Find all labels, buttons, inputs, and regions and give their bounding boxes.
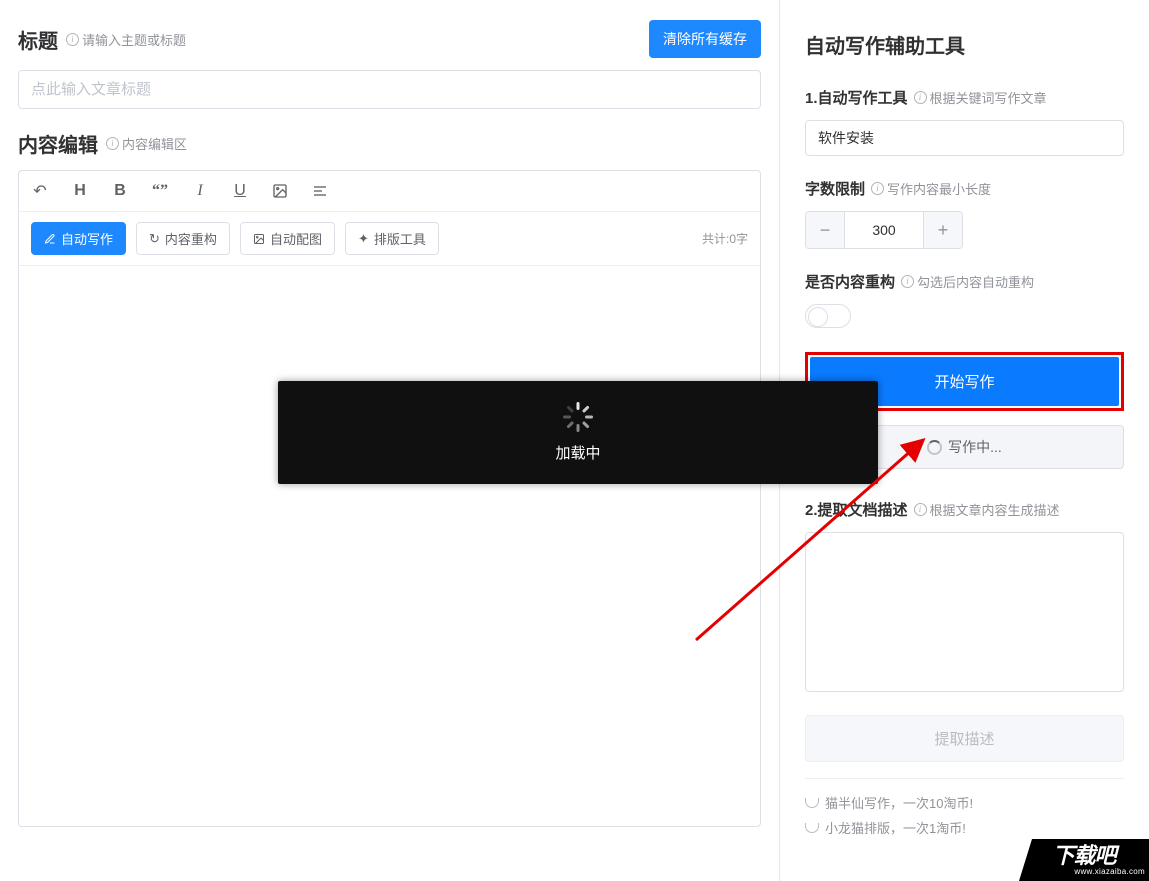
divider <box>805 778 1124 779</box>
layout-tool-button[interactable]: ✦ 排版工具 <box>345 222 439 255</box>
keyword-input[interactable] <box>805 120 1124 156</box>
auto-image-button[interactable]: 自动配图 <box>240 222 335 255</box>
wordlimit-hint: i 写作内容最小长度 <box>871 179 991 198</box>
italic-icon[interactable]: I <box>191 182 209 200</box>
reconstruct-button[interactable]: ↻ 内容重构 <box>136 222 230 255</box>
extract-desc-hint: i 根据文章内容生成描述 <box>914 500 1060 519</box>
spinner-icon <box>927 440 942 455</box>
content-edit-label: 内容编辑 <box>18 129 98 158</box>
description-textarea[interactable] <box>805 532 1124 692</box>
loading-text: 加载中 <box>555 442 600 463</box>
undo-icon[interactable]: ↶ <box>31 181 49 201</box>
refresh-icon: ↻ <box>149 231 160 247</box>
info-icon: i <box>871 182 884 195</box>
sidebar-title: 自动写作辅助工具 <box>805 30 1124 59</box>
quote-icon[interactable]: “” <box>151 182 169 200</box>
info-icon: i <box>66 33 79 46</box>
watermark: 下载吧 www.xiazaiba.com <box>1019 839 1149 881</box>
pricing-line-2: 小龙猫排版，一次1淘币! <box>805 818 1124 837</box>
auto-write-tool-label: 1.自动写作工具 <box>805 87 908 108</box>
reconstruct-toggle-hint: i 勾选后内容自动重构 <box>901 272 1034 291</box>
loading-spinner-icon <box>563 402 593 432</box>
coin-icon <box>805 798 819 808</box>
title-hint: i 请输入主题或标题 <box>66 30 186 49</box>
extract-desc-label: 2.提取文档描述 <box>805 499 908 520</box>
reconstruct-toggle-label: 是否内容重构 <box>805 271 895 292</box>
stepper-decrement[interactable]: − <box>806 212 844 248</box>
info-icon: i <box>901 275 914 288</box>
auto-write-tool-hint: i 根据关键词写作文章 <box>914 88 1047 107</box>
heading-icon[interactable]: H <box>71 182 89 200</box>
info-icon: i <box>106 137 119 150</box>
reconstruct-toggle[interactable] <box>805 304 851 328</box>
content-edit-hint: i 内容编辑区 <box>106 134 187 153</box>
align-icon[interactable] <box>311 183 329 199</box>
format-toolbar: ↶ H B “” I U <box>19 171 760 212</box>
auto-write-button[interactable]: 自动写作 <box>31 222 126 255</box>
article-title-input[interactable] <box>18 70 761 109</box>
coin-icon <box>805 823 819 833</box>
extract-description-button[interactable]: 提取描述 <box>805 715 1124 762</box>
bold-icon[interactable]: B <box>111 182 129 200</box>
editor-body[interactable] <box>19 266 760 826</box>
info-icon: i <box>914 91 927 104</box>
underline-icon[interactable]: U <box>231 182 249 200</box>
wordlimit-label: 字数限制 <box>805 178 865 199</box>
title-label: 标题 <box>18 25 58 54</box>
clear-cache-button[interactable]: 清除所有缓存 <box>649 20 761 58</box>
loading-overlay: 加载中 <box>278 381 878 484</box>
action-toolbar: 自动写作 ↻ 内容重构 自动配图 ✦ 排版工具 共计:0字 <box>19 212 760 266</box>
stepper-increment[interactable]: + <box>924 212 962 248</box>
wordlimit-input[interactable] <box>844 212 924 248</box>
image-icon[interactable] <box>271 183 289 199</box>
editor-container: ↶ H B “” I U 自动写作 ↻ <box>18 170 761 827</box>
wordlimit-stepper[interactable]: − + <box>805 211 963 249</box>
word-count: 共计:0字 <box>702 230 748 247</box>
pricing-line-1: 猫半仙写作，一次10淘币! <box>805 793 1124 812</box>
tool-icon: ✦ <box>358 231 369 247</box>
info-icon: i <box>914 503 927 516</box>
